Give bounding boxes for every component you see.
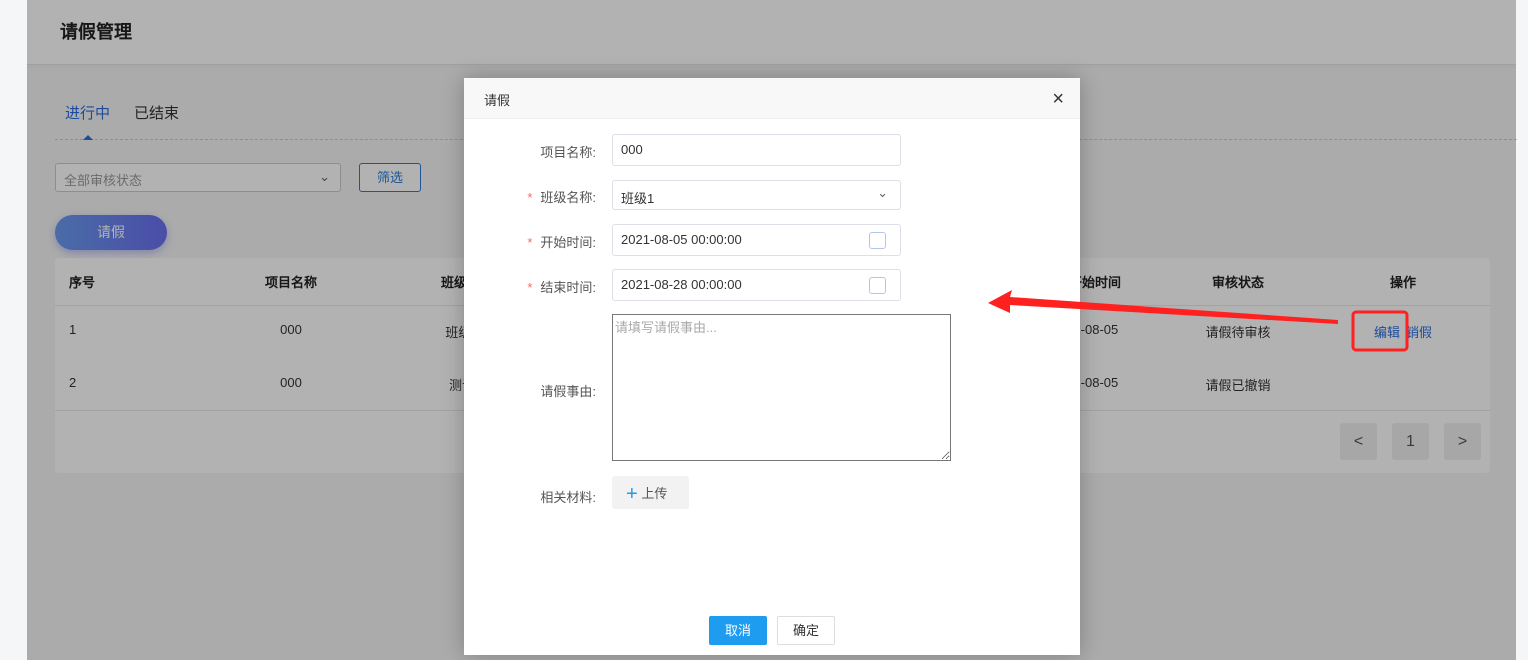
annotation-layer <box>988 290 1409 352</box>
highlight-box <box>1351 310 1409 352</box>
arrow-icon <box>988 290 1338 324</box>
